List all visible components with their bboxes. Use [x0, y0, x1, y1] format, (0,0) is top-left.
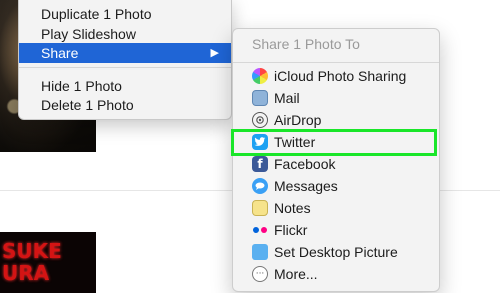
flickr-icon: [252, 222, 268, 238]
menu-item-hide-photo[interactable]: Hide 1 Photo: [19, 76, 231, 96]
menu-item-label: Hide 1 Photo: [41, 78, 122, 94]
menu-item-play-slideshow[interactable]: Play Slideshow: [19, 24, 231, 44]
airdrop-icon: [252, 112, 268, 128]
share-item-notes[interactable]: Notes: [233, 197, 439, 219]
menu-item-label: Share: [41, 45, 79, 61]
share-item-label: Facebook: [274, 156, 336, 172]
flickr-pink-dot: [261, 227, 267, 233]
menu-item-label: Delete 1 Photo: [41, 97, 134, 113]
share-item-more[interactable]: ··· More...: [233, 263, 439, 285]
share-submenu-header: Share 1 Photo To: [252, 36, 360, 52]
share-item-label: Set Desktop Picture: [274, 244, 398, 260]
notes-icon: [252, 200, 268, 216]
share-item-label: Flickr: [274, 222, 308, 238]
share-item-mail[interactable]: Mail: [233, 87, 439, 109]
photo-thumbnail[interactable]: SUKE URA: [0, 232, 96, 293]
share-item-set-desktop-picture[interactable]: Set Desktop Picture: [233, 241, 439, 263]
menu-item-label: Duplicate 1 Photo: [41, 6, 152, 22]
more-icon: ···: [252, 266, 268, 282]
share-item-messages[interactable]: Messages: [233, 175, 439, 197]
menu-separator: [233, 62, 439, 63]
menu-item-delete-photo[interactable]: Delete 1 Photo: [19, 95, 231, 115]
share-item-label: AirDrop: [274, 112, 322, 128]
share-item-flickr[interactable]: Flickr: [233, 219, 439, 241]
share-item-label: Messages: [274, 178, 338, 194]
desktop-picture-icon: [252, 244, 268, 260]
share-submenu: Share 1 Photo To iCloud Photo Sharing Ma…: [232, 28, 440, 292]
menu-item-duplicate-photo[interactable]: Duplicate 1 Photo: [19, 4, 231, 24]
context-menu: Duplicate 1 Photo Play Slideshow Share ▶…: [18, 0, 232, 120]
facebook-icon: f: [252, 156, 268, 172]
submenu-arrow-icon: ▶: [210, 47, 219, 59]
menu-item-share[interactable]: Share ▶: [19, 43, 231, 63]
twitter-highlight-outline: [231, 129, 437, 156]
flickr-blue-dot: [253, 227, 259, 233]
share-item-label: More...: [274, 266, 318, 282]
share-item-label: Mail: [274, 90, 300, 106]
icloud-photo-sharing-icon: [252, 68, 268, 84]
menu-separator: [19, 67, 231, 68]
poster-text: SUKE URA: [2, 239, 62, 285]
mail-icon: [252, 90, 268, 106]
share-item-label: Notes: [274, 200, 311, 216]
airdrop-rings-icon: [256, 116, 264, 124]
share-item-label: iCloud Photo Sharing: [274, 68, 407, 84]
share-item-facebook[interactable]: f Facebook: [233, 153, 439, 175]
messages-icon: [252, 178, 268, 194]
speech-bubble-icon: [255, 182, 265, 190]
share-item-icloud-photo-sharing[interactable]: iCloud Photo Sharing: [233, 65, 439, 87]
share-item-airdrop[interactable]: AirDrop: [233, 109, 439, 131]
menu-item-label: Play Slideshow: [41, 26, 136, 42]
